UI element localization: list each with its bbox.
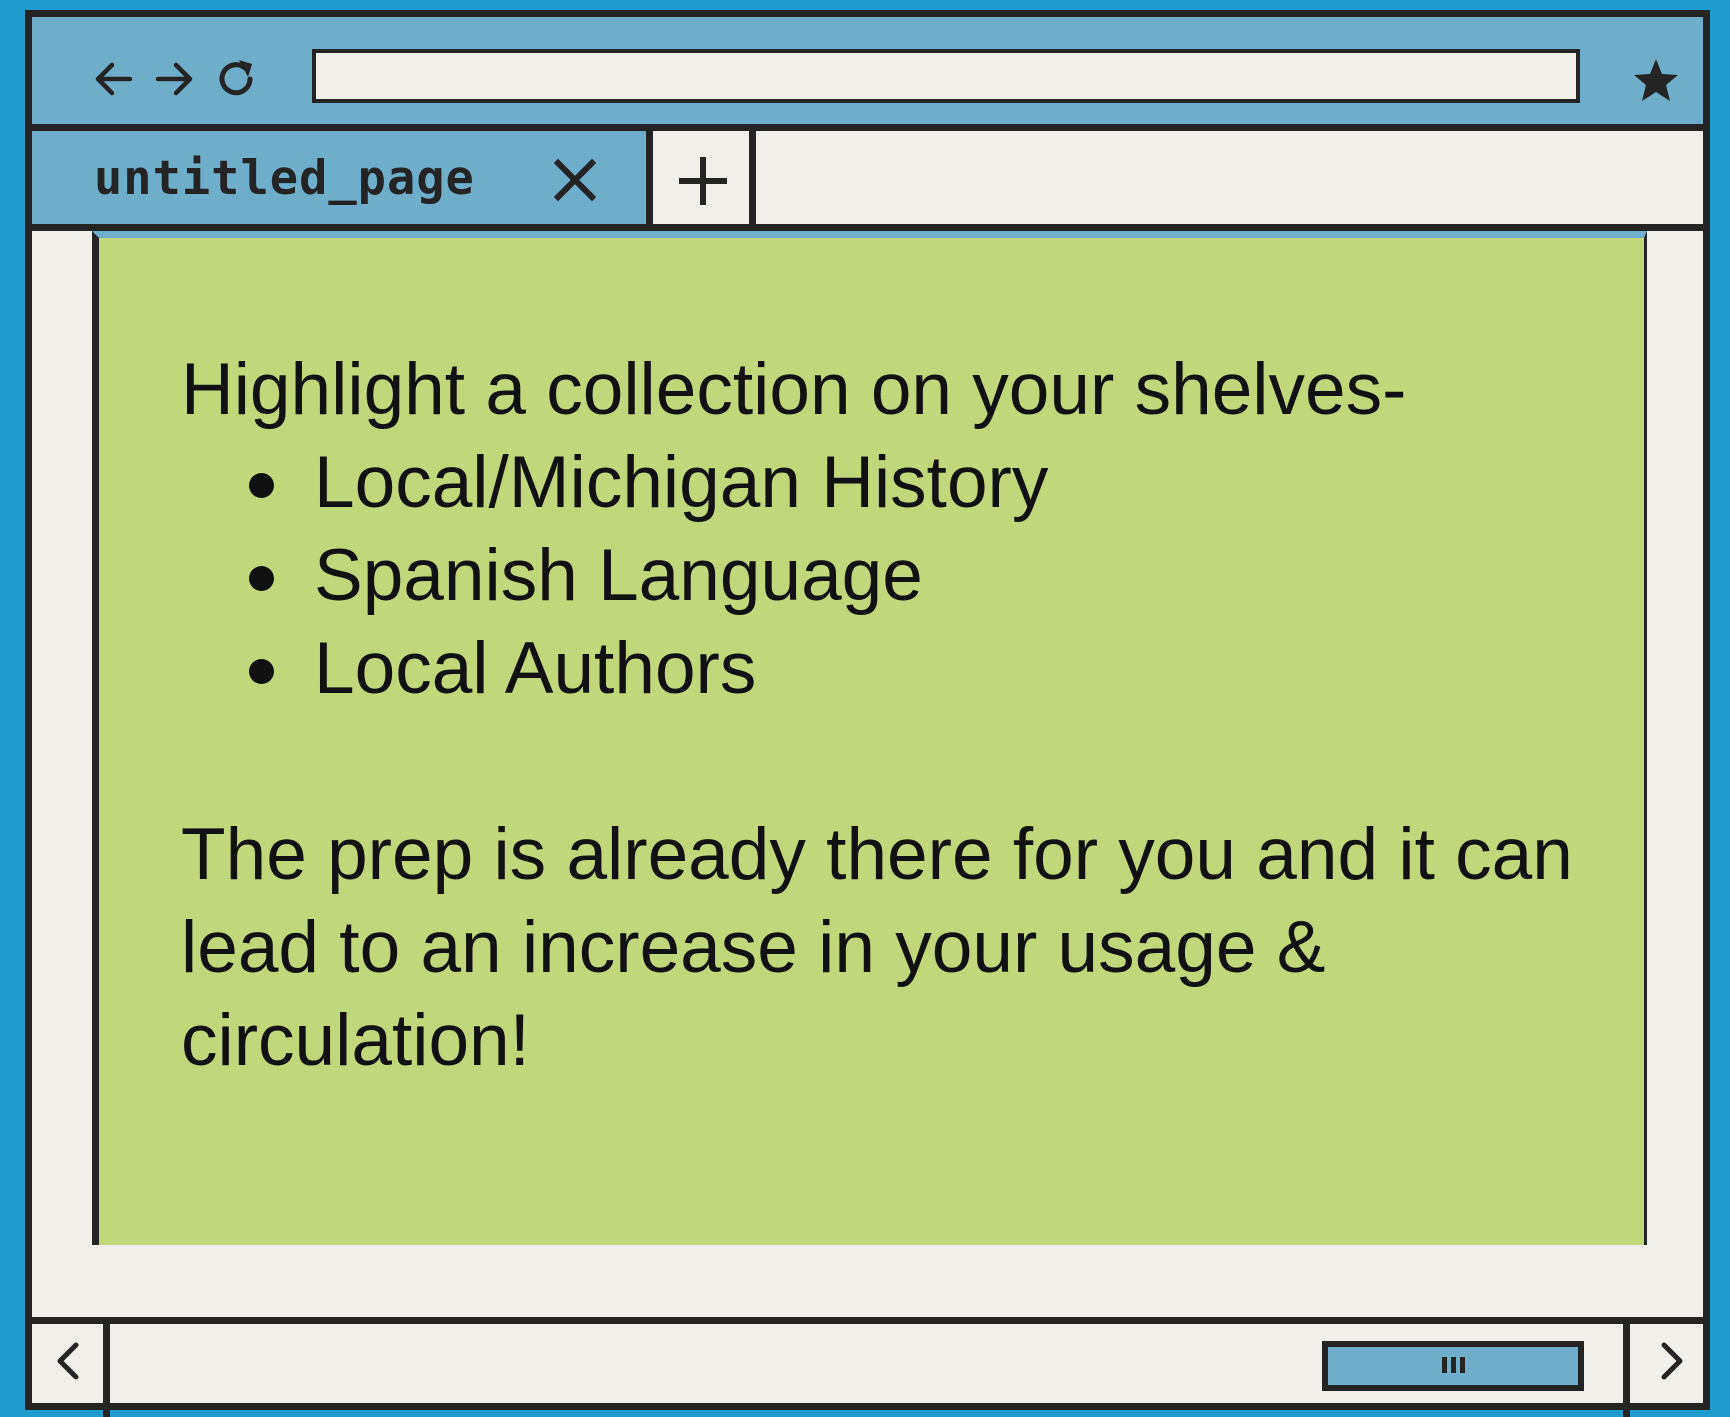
- arrow-right-icon: [155, 62, 193, 96]
- reload-icon: [219, 60, 253, 96]
- tab-label: untitled_page: [94, 151, 475, 206]
- collection-list: Local/Michigan History Spanish Language …: [181, 436, 1601, 715]
- content-text: Highlight a collection on your shelves- …: [181, 343, 1601, 1087]
- address-bar[interactable]: [312, 49, 1580, 103]
- scroll-left-button[interactable]: [32, 1324, 110, 1417]
- list-item: Spanish Language: [181, 529, 1601, 622]
- back-button[interactable]: [90, 55, 138, 103]
- new-tab-button[interactable]: [653, 131, 756, 224]
- content-heading: Highlight a collection on your shelves-: [181, 349, 1407, 430]
- plus-icon: [679, 157, 727, 205]
- close-tab-button[interactable]: [552, 157, 598, 203]
- scroll-thumb[interactable]: [1322, 1341, 1584, 1391]
- bookmark-button[interactable]: [1629, 53, 1683, 107]
- arrow-left-icon: [95, 62, 133, 96]
- tab-strip: untitled_page: [32, 131, 1703, 231]
- page-content: Highlight a collection on your shelves- …: [92, 231, 1647, 1245]
- content-paragraph: The prep is already there for you and it…: [181, 814, 1573, 1081]
- list-item: Local Authors: [181, 622, 1601, 715]
- grip-icon: [1442, 1357, 1465, 1373]
- list-item: Local/Michigan History: [181, 436, 1601, 529]
- tab-untitled-page[interactable]: untitled_page: [32, 131, 653, 224]
- reload-button[interactable]: [212, 55, 260, 103]
- browser-window: untitled_page Highlight a collection on …: [25, 10, 1710, 1417]
- chevron-left-icon: [57, 1342, 79, 1380]
- chevron-right-icon: [1661, 1342, 1683, 1380]
- star-icon: [1634, 59, 1678, 101]
- horizontal-scrollbar[interactable]: [32, 1317, 1703, 1417]
- browser-toolbar: [32, 17, 1703, 131]
- forward-button[interactable]: [150, 55, 198, 103]
- scroll-right-button[interactable]: [1623, 1324, 1703, 1417]
- close-icon: [553, 158, 597, 202]
